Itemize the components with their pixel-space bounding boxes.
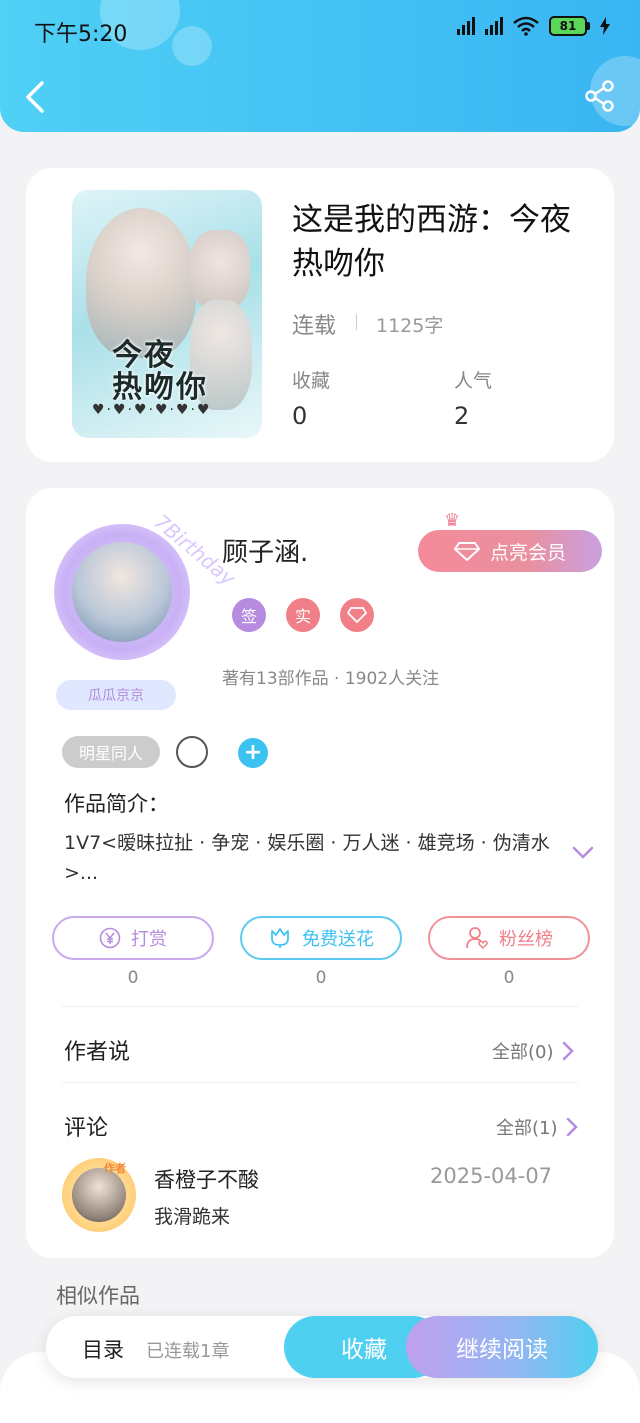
comment-author[interactable]: 香橙子不酸: [154, 1164, 259, 1194]
header-bar: 下午5:20 81: [0, 0, 640, 132]
reward-button[interactable]: 打赏: [52, 916, 214, 960]
signal-icon: [485, 17, 503, 35]
back-arrow-icon[interactable]: [22, 80, 48, 114]
book-title: 这是我的西游：今夜热吻你: [292, 202, 571, 282]
book-status: 连载: [292, 314, 337, 339]
yen-icon: [99, 927, 121, 949]
vip-button[interactable]: 点亮会员: [418, 530, 602, 572]
author-avatar[interactable]: 7Birthday: [54, 509, 240, 660]
diamond-icon: [453, 542, 480, 561]
chevron-right-icon: [562, 1041, 574, 1061]
comments-more-label: 全部(1): [496, 1118, 558, 1139]
decor-bubble: [172, 26, 212, 66]
fan-icon: [466, 927, 488, 950]
signal-icon: [457, 17, 475, 35]
popularity-label: 人气: [454, 370, 493, 392]
flower-count: 0: [315, 968, 327, 988]
comment-avatar[interactable]: 作者: [62, 1158, 136, 1232]
toc-button[interactable]: 目录: [82, 1334, 124, 1364]
charging-icon: [600, 17, 610, 35]
diamond-badge-icon: [340, 598, 374, 632]
wifi-icon: [513, 16, 539, 36]
crown-icon: ♛: [444, 510, 461, 531]
free-flower-button[interactable]: 免费送花: [240, 916, 402, 960]
chevron-right-icon: [566, 1117, 578, 1137]
author-name[interactable]: 顾子涵.: [222, 532, 308, 569]
bottom-action-bar: 目录 已连载1章 收藏 继续阅读: [46, 1316, 598, 1378]
battery-icon: 81: [549, 16, 590, 36]
status-time: 下午5:20: [34, 22, 128, 47]
verified-badge: 实: [286, 598, 320, 632]
author-stats: 著有13部作品 · 1902人关注: [222, 669, 440, 689]
battery-level: 81: [549, 16, 587, 36]
fan-rank-label: 粉丝榜: [499, 929, 553, 950]
reward-count: 0: [127, 968, 139, 988]
author-card: 7Birthday 瓜瓜京京 顾子涵. ♛ 点亮会员 签 实 著有13部作品 ·…: [26, 488, 614, 1258]
intro-text: 1V7<暧昧拉扯 · 争宠 · 娱乐圈 · 万人迷 · 雄竞场 · 伪清水>..…: [64, 832, 550, 884]
cover-title: 今夜 热吻你: [112, 338, 208, 405]
author-says-title: 作者说: [64, 1040, 131, 1065]
comments-more[interactable]: 全部(1): [496, 1114, 578, 1140]
reward-label: 打赏: [131, 929, 167, 950]
comments-title: 评论: [64, 1116, 109, 1141]
free-flower-label: 免费送花: [302, 929, 374, 950]
favorites-label: 收藏: [292, 370, 331, 392]
intro-label: 作品简介：: [64, 792, 169, 816]
add-tag-button[interactable]: +: [238, 738, 268, 768]
tag-circle[interactable]: [176, 736, 208, 768]
book-info-card: 今夜 热吻你 ♥·♥·♥·♥·♥·♥ 这是我的西游：今夜热吻你 连载 1125字…: [26, 168, 614, 462]
expand-chevron-icon[interactable]: [572, 846, 594, 860]
continue-reading-button[interactable]: 继续阅读: [406, 1316, 598, 1378]
flower-icon: [271, 928, 289, 948]
chapter-count: 已连载1章: [146, 1341, 230, 1362]
avatar-author-tag: 作者: [104, 1162, 126, 1175]
favorites-count: 0: [292, 402, 308, 430]
fan-count: 0: [503, 968, 515, 988]
comment-text: 我滑跪来: [154, 1206, 231, 1228]
vip-label: 点亮会员: [489, 541, 566, 564]
comment-date: 2025-04-07: [430, 1164, 553, 1188]
book-word-count: 1125字: [376, 315, 444, 337]
book-cover[interactable]: 今夜 热吻你 ♥·♥·♥·♥·♥·♥: [72, 190, 262, 438]
author-says-more-label: 全部(0): [492, 1042, 554, 1063]
author-says-more[interactable]: 全部(0): [492, 1038, 574, 1064]
status-icons: 81: [457, 16, 610, 36]
tag-chip[interactable]: 明星同人: [62, 736, 160, 768]
fan-rank-button[interactable]: 粉丝榜: [428, 916, 590, 960]
popularity-count: 2: [454, 402, 470, 430]
avatar-badge-tag: 瓜瓜京京: [56, 680, 176, 710]
similar-works-title: 相似作品: [56, 1284, 140, 1308]
signed-badge: 签: [232, 598, 266, 632]
share-icon[interactable]: [584, 80, 616, 112]
